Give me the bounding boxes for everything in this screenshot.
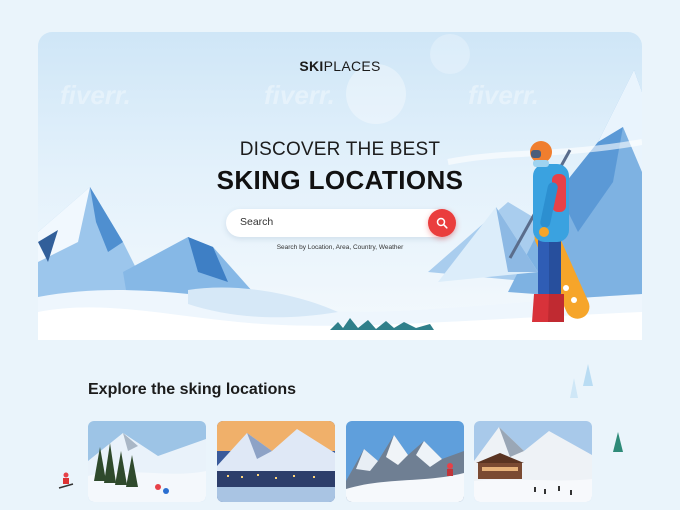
decorative-tree-icon bbox=[613, 432, 623, 452]
search-icon bbox=[436, 217, 448, 229]
search-input[interactable]: Search bbox=[240, 216, 273, 228]
brand-bold: SKI bbox=[299, 58, 324, 74]
decorative-tree-icon bbox=[570, 364, 593, 398]
location-card-1[interactable] bbox=[88, 421, 206, 502]
search-bar[interactable]: Search bbox=[226, 209, 456, 237]
hero-headline-line2: SKING LOCATIONS bbox=[216, 165, 464, 195]
location-card-3[interactable] bbox=[346, 421, 464, 502]
location-photo bbox=[346, 421, 464, 502]
location-card-4[interactable] bbox=[474, 421, 592, 502]
brand-rest: PLACES bbox=[323, 58, 381, 74]
explore-section-title: Explore the sking locations bbox=[88, 381, 297, 398]
location-card-2[interactable] bbox=[217, 421, 335, 502]
watermark: fiverr. bbox=[468, 80, 539, 110]
brand-logo[interactable]: SKIPLACES bbox=[38, 58, 642, 74]
location-photo bbox=[217, 421, 335, 502]
location-photo bbox=[88, 421, 206, 502]
search-hint: Search by Location, Area, Country, Weath… bbox=[276, 244, 404, 251]
location-photo bbox=[474, 421, 592, 502]
watermark: fiverr. bbox=[60, 80, 131, 110]
hero-banner: fiverr. fiverr. fiverr. SKIPLACES DISCOV… bbox=[38, 32, 642, 340]
skier-icon bbox=[58, 472, 74, 489]
watermark: fiverr. bbox=[264, 80, 335, 110]
hero-headline-line1: DISCOVER THE BEST bbox=[239, 139, 441, 160]
search-button[interactable] bbox=[428, 209, 456, 237]
